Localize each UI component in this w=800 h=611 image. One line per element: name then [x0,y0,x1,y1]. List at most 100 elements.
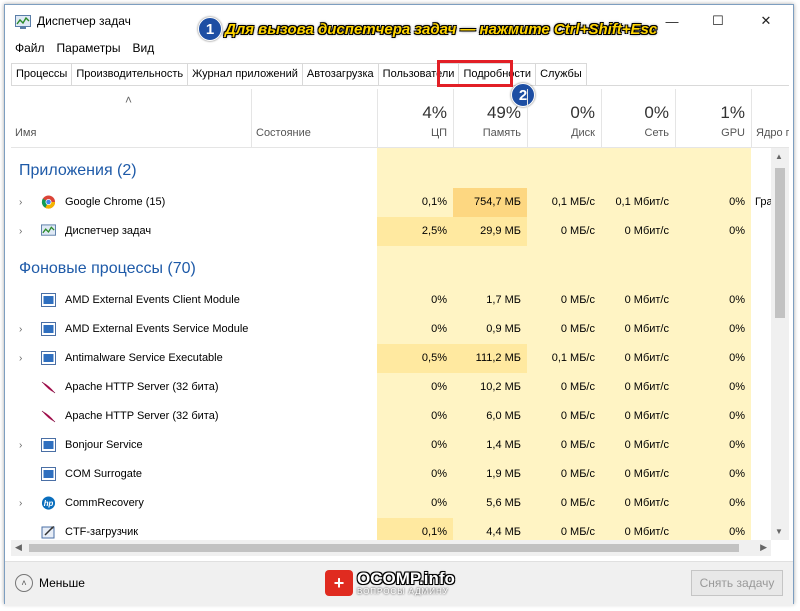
disk-value: 0 МБ/с [560,439,595,451]
tab-app-history[interactable]: Журнал приложений [187,63,303,85]
tab-users[interactable]: Пользователи [377,63,460,85]
task-manager-icon [15,15,31,29]
col-status[interactable]: Состояние [251,89,377,147]
tab-startup[interactable]: Автозагрузка [301,63,379,85]
service-icon [41,322,56,336]
chevron-up-icon: ˄ [15,574,33,592]
cpu-value: 0,1% [421,196,447,208]
mem-value: 111,2 МБ [453,344,527,373]
ocomp-logo: + OCOMP.info ВОПРОСЫ АДМИНУ [325,570,455,596]
menu-file[interactable]: Файл [11,41,49,55]
footer-bar: ˄ Меньше + OCOMP.info ВОПРОСЫ АДМИНУ Сня… [5,561,793,606]
process-name: Antimalware Service Executable [65,352,223,364]
disk-value: 0 МБ/с [560,225,595,237]
process-name: Bonjour Service [65,439,143,451]
close-button[interactable]: ✕ [743,5,789,37]
service-icon [41,293,56,307]
cpu-value: 0% [431,497,447,509]
process-row[interactable]: CTF-загрузчик 0,1% 4,4 МБ 0 МБ/с 0 Мбит/… [11,518,771,540]
logo-text: OCOMP.info [357,568,455,588]
scroll-left-icon[interactable]: ◀ [15,542,22,553]
end-task-button[interactable]: Снять задачу [691,570,783,596]
gpu-value: 0% [729,439,745,451]
process-row[interactable]: Apache HTTP Server (32 бита) 0% 10,2 МБ … [11,373,771,402]
gpu-value: 0% [729,323,745,335]
tab-services[interactable]: Службы [535,63,587,85]
mem-value: 10,2 МБ [480,381,521,393]
disk-value: 0 МБ/с [560,468,595,480]
process-name: CTF-загрузчик [65,526,139,538]
col-gpu-engine[interactable]: Ядро гра [751,89,789,147]
expand-chevron-icon[interactable]: › [19,440,22,451]
apache-feather-icon [41,381,56,394]
process-name: Диспетчер задач [65,225,152,237]
process-row[interactable]: › hp CommRecovery 0% 5,6 МБ 0 МБ/с 0 Мби… [11,489,771,518]
process-row-chrome[interactable]: › Google Chrome (15) 0,1% 754,7 МБ 0,1 М… [11,188,771,217]
gpu-value: 0% [729,468,745,480]
scroll-right-icon[interactable]: ▶ [760,542,767,553]
tab-performance[interactable]: Производительность [71,63,189,85]
net-value: 0 Мбит/с [624,468,669,480]
mem-value: 1,9 МБ [486,468,521,480]
menu-view[interactable]: Вид [128,41,158,55]
gpu-value: 0% [729,526,745,538]
gpu-value: 0% [729,352,745,364]
tab-processes[interactable]: Процессы [11,63,73,85]
col-disk[interactable]: 0% Диск [527,89,601,147]
service-icon [41,467,56,481]
expand-chevron-icon[interactable]: › [19,353,22,364]
process-row[interactable]: › AMD External Events Service Module 0% … [11,315,771,344]
disk-value: 0 МБ/с [560,294,595,306]
task-manager-window: Диспетчер задач — ☐ ✕ 1 Для вызова диспе… [4,4,794,606]
col-cpu[interactable]: 4% ЦП [377,89,453,147]
apache-feather-icon [41,410,56,423]
disk-value: 0 МБ/с [560,381,595,393]
net-value: 0 Мбит/с [624,352,669,364]
svg-text:hp: hp [44,499,54,508]
scroll-down-icon[interactable]: ▼ [775,527,783,536]
mem-value: 754,7 МБ [453,188,527,217]
process-row-taskmgr[interactable]: › Диспетчер задач 2,5% 29,9 МБ 0 МБ/с 0 … [11,217,771,246]
gpu-value: 0% [729,196,745,208]
disk-value: 0 МБ/с [560,410,595,422]
mem-value: 0,9 МБ [486,323,521,335]
expand-chevron-icon[interactable]: › [19,324,22,335]
cpu-value: 0,1% [377,518,453,540]
process-row[interactable]: › Antimalware Service Executable 0,5% 11… [11,344,771,373]
vertical-scrollbar[interactable]: ▲ ▼ [771,148,789,540]
col-network[interactable]: 0% Сеть [601,89,675,147]
gpu-value: 0% [729,381,745,393]
cpu-value: 0% [431,468,447,480]
window-title: Диспетчер задач [37,14,131,28]
gpu-engine-value: Граф [755,196,771,208]
col-memory[interactable]: 49% Память [453,89,527,147]
logo-subtext: ВОПРОСЫ АДМИНУ [357,586,449,596]
net-value: 0 Мбит/с [624,410,669,422]
process-row[interactable]: AMD External Events Client Module 0% 1,7… [11,286,771,315]
cpu-value: 0,5% [377,344,453,373]
fewer-details-label: Меньше [39,576,85,590]
net-value: 0 Мбит/с [624,526,669,538]
col-name[interactable]: Имя [11,89,251,147]
expand-chevron-icon[interactable]: › [19,197,22,208]
expand-chevron-icon[interactable]: › [19,498,22,509]
disk-value: 0 МБ/с [560,323,595,335]
process-row[interactable]: Apache HTTP Server (32 бита) 0% 6,0 МБ 0… [11,402,771,431]
disk-value: 0 МБ/с [560,526,595,538]
col-gpu[interactable]: 1% GPU [675,89,751,147]
process-row[interactable]: COM Surrogate 0% 1,9 МБ 0 МБ/с 0 Мбит/с … [11,460,771,489]
maximize-button[interactable]: ☐ [695,5,741,37]
net-value: 0 Мбит/с [624,497,669,509]
menu-options[interactable]: Параметры [53,41,125,55]
process-name: Apache HTTP Server (32 бита) [65,410,219,422]
process-name: Apache HTTP Server (32 бита) [65,381,219,393]
process-row[interactable]: › Bonjour Service 0% 1,4 МБ 0 МБ/с 0 Мби… [11,431,771,460]
horizontal-scroll-thumb[interactable] [29,544,739,552]
fewer-details-button[interactable]: ˄ Меньше [15,574,85,592]
process-name: AMD External Events Client Module [65,294,240,306]
tab-details[interactable]: Подробности [458,63,537,85]
scroll-up-icon[interactable]: ▲ [775,152,783,161]
horizontal-scrollbar[interactable]: ◀ ▶ [11,540,771,556]
expand-chevron-icon[interactable]: › [19,226,22,237]
vertical-scroll-thumb[interactable] [775,168,785,318]
